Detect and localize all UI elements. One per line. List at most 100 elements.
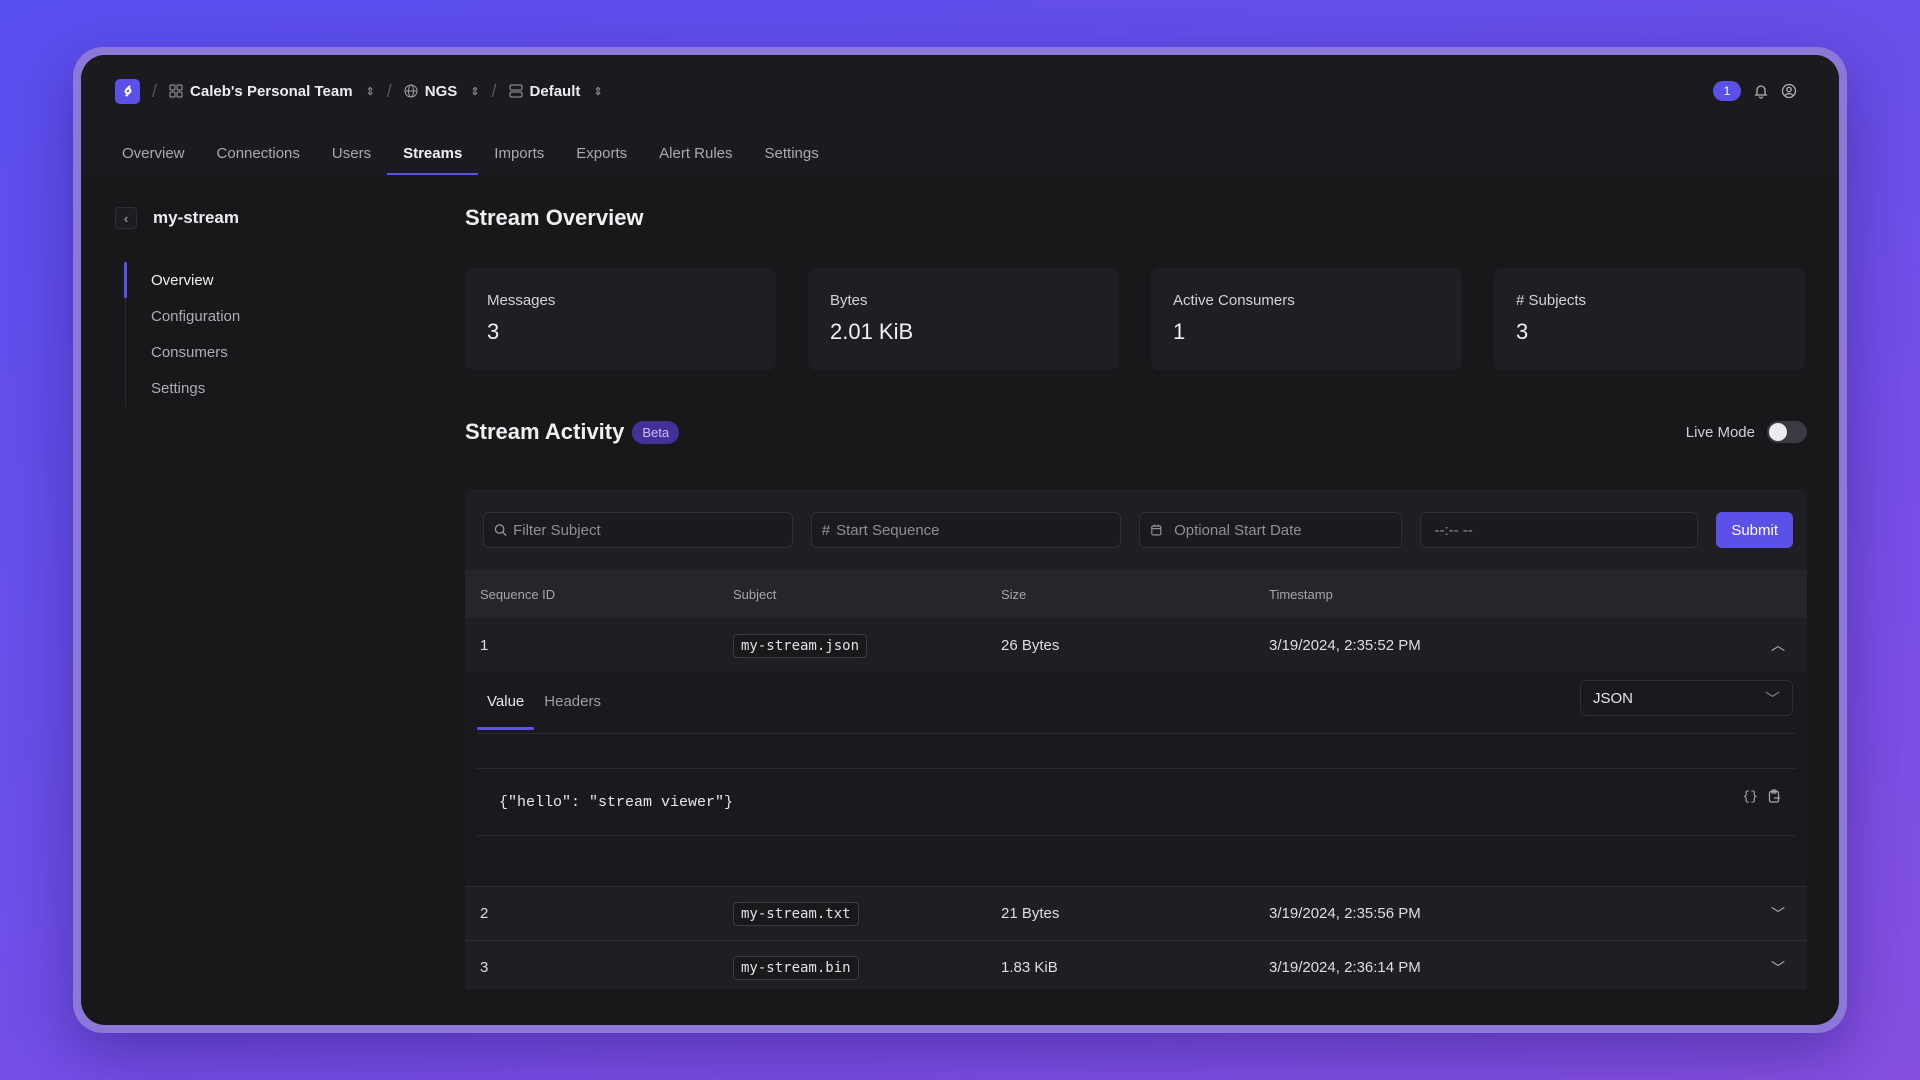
breadcrumb-separator: / bbox=[386, 80, 392, 101]
stat-label: # Subjects bbox=[1516, 292, 1587, 309]
tab-value[interactable]: Value bbox=[477, 672, 535, 730]
table-row[interactable]: 1 my-stream.json 26 Bytes 3/19/2024, 2:3… bbox=[465, 618, 1807, 672]
stat-label: Bytes bbox=[830, 292, 868, 309]
format-select-value: JSON bbox=[1593, 689, 1634, 707]
live-mode-label: Live Mode bbox=[1685, 423, 1755, 441]
stream-activity-header: Stream Activity Beta Live Mode bbox=[465, 417, 1807, 447]
breadcrumb-team[interactable]: Caleb's Personal Team ⇕ bbox=[169, 83, 375, 100]
submit-button[interactable]: Submit bbox=[1716, 512, 1794, 548]
sidebar-item-configuration[interactable]: Configuration bbox=[126, 298, 240, 334]
search-icon bbox=[494, 524, 507, 537]
stats-row: Messages 3 Bytes 2.01 KiB Active Consume… bbox=[465, 268, 1805, 370]
format-select[interactable]: JSON ﹀ bbox=[1580, 680, 1793, 716]
row-timestamp: 3/19/2024, 2:36:14 PM bbox=[1269, 959, 1421, 976]
divider bbox=[477, 733, 1795, 734]
breadcrumb-account[interactable]: NGS ⇕ bbox=[404, 83, 480, 100]
tab-streams[interactable]: Streams bbox=[387, 133, 479, 175]
copy-clipboard-icon[interactable] bbox=[1768, 789, 1781, 803]
row-size: 1.83 KiB bbox=[1001, 959, 1058, 976]
filter-bar: # --:-- -- Submit bbox=[483, 512, 1794, 548]
sidebar-item-settings[interactable]: Settings bbox=[126, 370, 240, 406]
tab-alert-rules[interactable]: Alert Rules bbox=[643, 133, 748, 175]
breadcrumb-separator: / bbox=[491, 80, 497, 101]
globe-icon bbox=[404, 84, 418, 98]
row-size: 26 Bytes bbox=[1001, 636, 1060, 654]
start-sequence-input[interactable] bbox=[836, 521, 1110, 539]
stat-card-active-consumers: Active Consumers 1 bbox=[1151, 268, 1462, 370]
toggle-knob bbox=[1769, 423, 1787, 441]
hash-icon: # bbox=[821, 521, 831, 539]
table-row[interactable]: 2 my-stream.txt 21 Bytes 3/19/2024, 2:35… bbox=[465, 886, 1807, 940]
filter-subject-input[interactable] bbox=[513, 521, 782, 539]
column-header-timestamp[interactable]: Timestamp bbox=[1269, 587, 1807, 602]
row-subject-cell: my-stream.txt bbox=[733, 902, 1001, 926]
stat-card-messages: Messages 3 bbox=[465, 268, 776, 370]
breadcrumb: / Caleb's Personal Team ⇕ / NGS ⇕ / Defa… bbox=[115, 78, 603, 104]
live-mode-toggle[interactable] bbox=[1767, 421, 1807, 443]
chevron-left-icon: ‹ bbox=[123, 210, 129, 226]
tab-users[interactable]: Users bbox=[316, 133, 387, 175]
chevron-updown-icon: ⇕ bbox=[470, 85, 480, 98]
start-time-field[interactable]: --:-- -- bbox=[1420, 512, 1699, 548]
row-sequence-id: 3 bbox=[480, 959, 489, 976]
chevron-updown-icon: ⇕ bbox=[593, 85, 603, 98]
breadcrumb-separator: / bbox=[152, 80, 158, 101]
detail-tabs: Value Headers bbox=[477, 672, 611, 730]
table-row[interactable]: 3 my-stream.bin 1.83 KiB 3/19/2024, 2:36… bbox=[465, 940, 1807, 989]
message-content: {"hello": "stream viewer"} {} bbox=[477, 768, 1795, 836]
row-size: 21 Bytes bbox=[1001, 905, 1060, 922]
calendar-icon bbox=[1150, 524, 1161, 536]
tab-overview[interactable]: Overview bbox=[106, 133, 201, 175]
notification-count-badge[interactable]: 1 bbox=[1713, 81, 1741, 101]
format-braces-icon[interactable]: {} bbox=[1742, 789, 1758, 804]
row-sequence-id: 1 bbox=[480, 636, 489, 654]
sidebar-item-overview[interactable]: Overview bbox=[123, 262, 240, 298]
stream-subnav: Overview Configuration Consumers Setting… bbox=[123, 262, 240, 406]
column-header-subject[interactable]: Subject bbox=[733, 587, 1001, 602]
column-header-sequence-id[interactable]: Sequence ID bbox=[465, 587, 733, 602]
breadcrumb-team-label: Caleb's Personal Team bbox=[190, 82, 353, 100]
tab-exports[interactable]: Exports bbox=[560, 133, 643, 175]
stream-activity-title: Stream Activity bbox=[465, 419, 625, 444]
tab-headers[interactable]: Headers bbox=[534, 672, 611, 730]
code-actions: {} bbox=[1742, 789, 1781, 804]
message-value: {"hello": "stream viewer"} bbox=[499, 793, 734, 811]
start-date-field bbox=[1138, 512, 1403, 548]
stat-label: Messages bbox=[487, 292, 556, 309]
stat-card-subjects: # Subjects 3 bbox=[1494, 268, 1805, 370]
stream-name: my-stream bbox=[153, 208, 239, 227]
grid-icon bbox=[169, 84, 183, 98]
sidebar-item-consumers[interactable]: Consumers bbox=[126, 334, 240, 370]
start-sequence-field: # bbox=[810, 512, 1121, 548]
row-subject-cell: my-stream.json bbox=[733, 633, 1001, 658]
message-detail: Value Headers JSON ﹀ {"hello": "stream v… bbox=[465, 672, 1807, 886]
logo-icon[interactable] bbox=[115, 78, 140, 104]
table-header: Sequence ID Subject Size Timestamp bbox=[465, 570, 1807, 618]
row-subject-cell: my-stream.bin bbox=[733, 956, 1001, 980]
subject-chip: my-stream.txt bbox=[733, 902, 859, 926]
top-right-actions: 1 bbox=[1713, 81, 1797, 101]
breadcrumb-account-label: NGS bbox=[424, 82, 458, 100]
tab-imports[interactable]: Imports bbox=[478, 133, 560, 175]
start-date-input[interactable] bbox=[1174, 521, 1392, 539]
user-avatar-icon[interactable] bbox=[1781, 83, 1797, 99]
stat-card-bytes: Bytes 2.01 KiB bbox=[808, 268, 1119, 370]
back-button[interactable]: ‹ bbox=[115, 207, 137, 229]
stat-value: 3 bbox=[487, 319, 500, 344]
chevron-down-icon[interactable]: ﹀ bbox=[1771, 904, 1785, 924]
row-timestamp: 3/19/2024, 2:35:52 PM bbox=[1269, 636, 1421, 654]
tab-settings[interactable]: Settings bbox=[749, 133, 835, 175]
start-time-value: --:-- -- bbox=[1434, 521, 1473, 539]
breadcrumb-environment[interactable]: Default ⇕ bbox=[509, 83, 603, 100]
column-header-size[interactable]: Size bbox=[1001, 587, 1269, 602]
tab-connections[interactable]: Connections bbox=[201, 133, 316, 175]
chevron-up-icon[interactable]: ︿ bbox=[1771, 635, 1785, 655]
activity-panel: # --:-- -- Submit Sequence ID Subject Si… bbox=[465, 489, 1807, 989]
breadcrumb-environment-label: Default bbox=[529, 82, 581, 100]
stat-label: Active Consumers bbox=[1173, 292, 1295, 309]
top-bar: / Caleb's Personal Team ⇕ / NGS ⇕ / Defa… bbox=[81, 55, 1839, 175]
bell-icon[interactable] bbox=[1753, 83, 1769, 99]
chevron-down-icon[interactable]: ﹀ bbox=[1771, 958, 1785, 978]
chevron-down-icon: ﹀ bbox=[1764, 690, 1780, 708]
filter-subject-field bbox=[483, 512, 793, 548]
